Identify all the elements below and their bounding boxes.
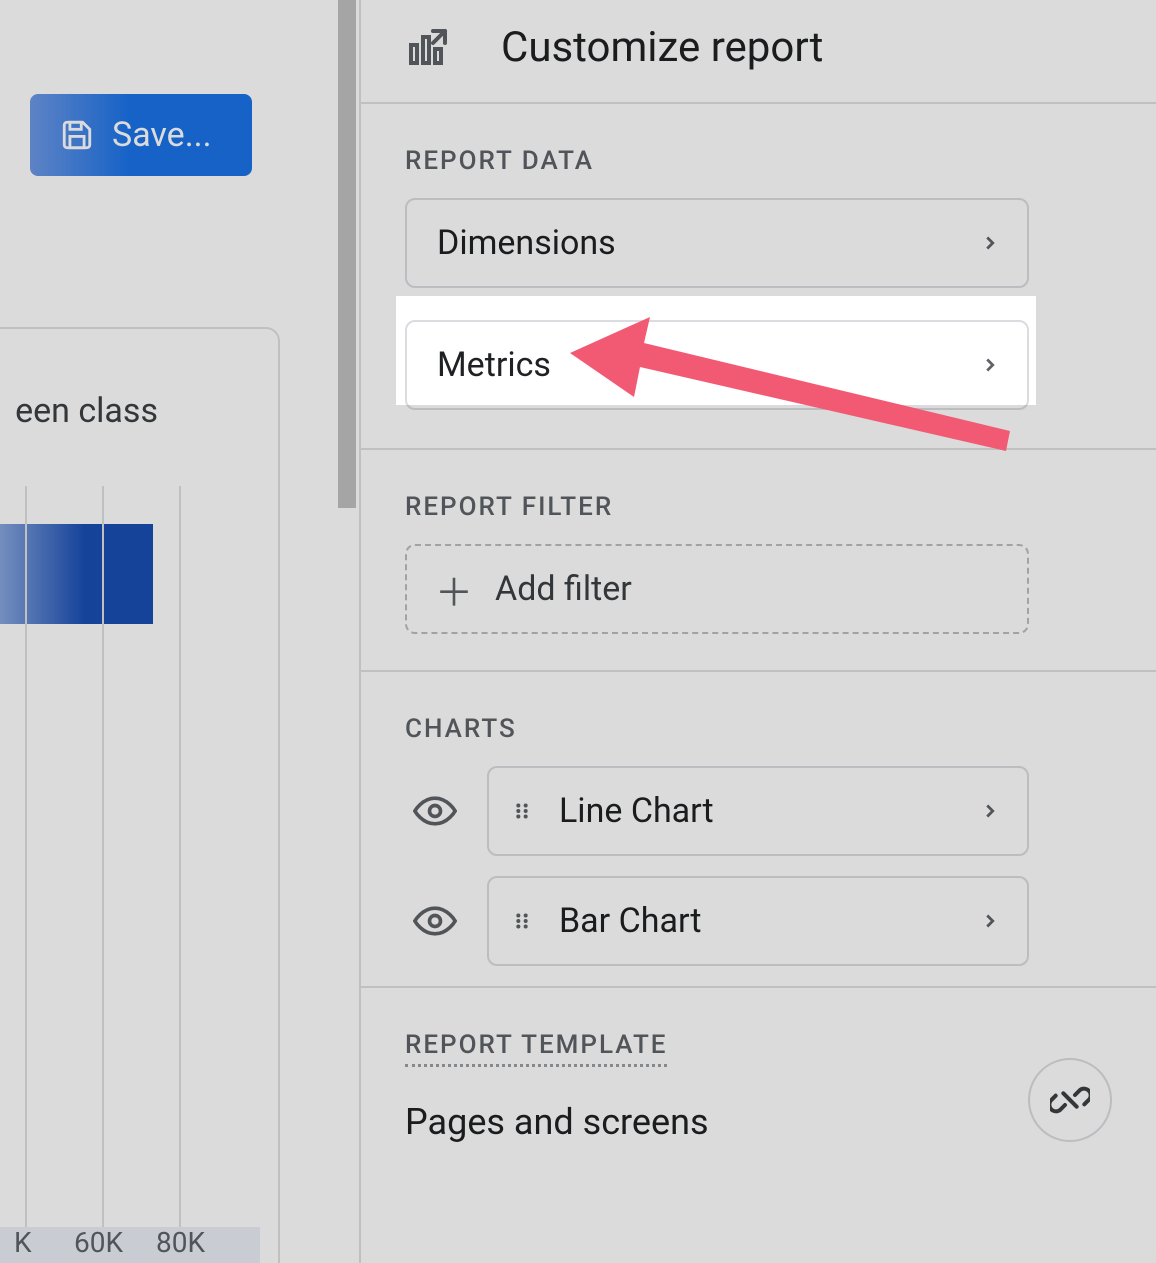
- drag-handle-icon[interactable]: [511, 904, 533, 938]
- save-icon: [60, 118, 94, 152]
- report-data-label: REPORT DATA: [405, 146, 1112, 176]
- chart-title-fragment: een class: [15, 391, 158, 431]
- axis-tick-band: K 60K 80K: [0, 1227, 260, 1263]
- report-canvas-partial: Save... een class K 60K 80K: [0, 0, 359, 1263]
- chevron-right-icon: [979, 904, 1001, 938]
- line-chart-button[interactable]: Line Chart: [487, 766, 1029, 856]
- section-divider: [361, 670, 1156, 672]
- visibility-icon[interactable]: [413, 899, 457, 943]
- panel-title: Customize report: [501, 23, 823, 72]
- unlink-template-button[interactable]: [1028, 1058, 1112, 1142]
- unlink-icon: [1050, 1080, 1090, 1120]
- section-divider: [361, 448, 1156, 450]
- bar-chart-button[interactable]: Bar Chart: [487, 876, 1029, 966]
- dimensions-button[interactable]: Dimensions: [405, 198, 1029, 288]
- charts-label: CHARTS: [405, 714, 1112, 744]
- axis-tick: K: [14, 1226, 32, 1259]
- visibility-icon[interactable]: [413, 789, 457, 833]
- report-template-label: REPORT TEMPLATE: [405, 1030, 667, 1067]
- chart-card-partial: een class K 60K 80K: [0, 327, 280, 1263]
- chevron-right-icon: [979, 794, 1001, 828]
- template-name: Pages and screens: [405, 1101, 1112, 1143]
- axis-tick: 60K: [74, 1226, 123, 1259]
- plus-icon: ＋: [435, 562, 473, 617]
- chart-label: Bar Chart: [559, 901, 701, 941]
- panel-header: Customize report: [361, 0, 1156, 104]
- chart-row-line: Line Chart: [405, 766, 1112, 856]
- chevron-right-icon: [979, 348, 1001, 382]
- chevron-right-icon: [979, 226, 1001, 260]
- chart-label: Line Chart: [559, 791, 714, 831]
- axis-tick: 80K: [156, 1226, 205, 1259]
- customize-report-panel: Customize report REPORT DATA Dimensions …: [359, 0, 1156, 1263]
- save-button-label: Save...: [112, 115, 212, 155]
- dimensions-label: Dimensions: [437, 223, 616, 263]
- chart-row-bar: Bar Chart: [405, 876, 1112, 966]
- add-filter-button[interactable]: ＋ Add filter: [405, 544, 1029, 634]
- add-filter-label: Add filter: [495, 569, 632, 609]
- scrollbar-thumb[interactable]: [338, 0, 356, 508]
- metrics-button[interactable]: Metrics: [405, 320, 1029, 410]
- bar-segment: [0, 524, 153, 624]
- report-filter-label: REPORT FILTER: [405, 492, 1112, 522]
- metrics-label: Metrics: [437, 345, 551, 385]
- scrollbar-track[interactable]: [335, 0, 359, 1263]
- save-button[interactable]: Save...: [30, 94, 252, 176]
- metrics-highlight-wrapper: Metrics: [397, 308, 1037, 422]
- customize-report-icon: [405, 23, 453, 71]
- drag-handle-icon[interactable]: [511, 794, 533, 828]
